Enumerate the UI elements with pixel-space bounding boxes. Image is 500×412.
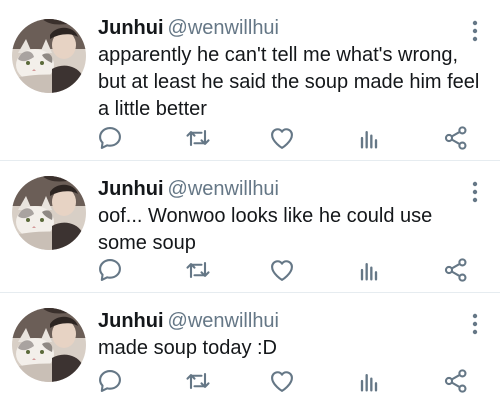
display-name[interactable]: Junhui xyxy=(98,17,164,39)
avatar[interactable] xyxy=(12,176,86,250)
analytics-icon[interactable] xyxy=(355,124,383,152)
retweet-icon[interactable] xyxy=(184,124,212,152)
tweet-text: oof... Wonwoo looks like he could use so… xyxy=(98,205,433,254)
share-icon[interactable] xyxy=(442,367,470,395)
heart-icon[interactable] xyxy=(268,124,296,152)
display-name[interactable]: Junhui xyxy=(98,178,164,200)
tweet-actions xyxy=(0,256,500,286)
tweet-card[interactable]: Junhui @wenwillhui apparently he can't te… xyxy=(0,0,500,161)
user-handle[interactable]: @wenwillhui xyxy=(168,310,279,332)
share-icon[interactable] xyxy=(442,124,470,152)
display-name[interactable]: Junhui xyxy=(98,310,164,332)
heart-icon[interactable] xyxy=(268,256,296,284)
tweet-feed: Junhui @wenwillhui apparently he can't te… xyxy=(0,0,500,412)
tweet-actions xyxy=(0,124,500,154)
analytics-icon[interactable] xyxy=(355,256,383,284)
tweet-actions xyxy=(0,367,500,397)
retweet-icon[interactable] xyxy=(184,256,212,284)
more-options-icon[interactable] xyxy=(470,181,480,203)
user-handle[interactable]: @wenwillhui xyxy=(168,178,279,200)
analytics-icon[interactable] xyxy=(355,367,383,395)
reply-icon[interactable] xyxy=(96,256,124,284)
tweet-card[interactable]: Junhui @wenwillhui oof... Wonwoo looks li… xyxy=(0,161,500,293)
avatar[interactable] xyxy=(12,19,86,93)
tweet-card[interactable]: Junhui @wenwillhui made soup today :D xyxy=(0,293,500,412)
tweet-text: apparently he can't tell me what's wrong… xyxy=(98,44,480,120)
tweet-header: Junhui @wenwillhui xyxy=(98,309,279,333)
share-icon[interactable] xyxy=(442,256,470,284)
more-options-icon[interactable] xyxy=(470,20,480,42)
reply-icon[interactable] xyxy=(96,367,124,395)
tweet-header: Junhui @wenwillhui xyxy=(98,16,279,40)
tweet-header: Junhui @wenwillhui xyxy=(98,177,279,201)
reply-icon[interactable] xyxy=(96,124,124,152)
tweet-text: made soup today :D xyxy=(98,337,277,359)
retweet-icon[interactable] xyxy=(184,367,212,395)
heart-icon[interactable] xyxy=(268,367,296,395)
user-handle[interactable]: @wenwillhui xyxy=(168,17,279,39)
more-options-icon[interactable] xyxy=(470,313,480,335)
